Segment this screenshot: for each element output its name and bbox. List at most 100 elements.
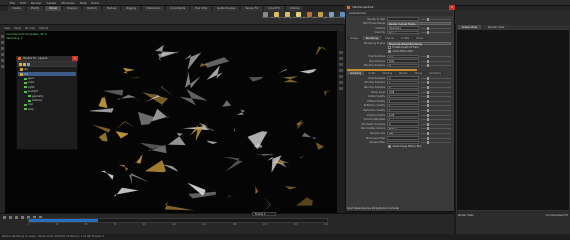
display-option-icon[interactable] xyxy=(338,75,343,78)
play-reverse-icon[interactable] xyxy=(15,215,18,219)
tab-images[interactable]: Images xyxy=(347,36,362,41)
tree-item[interactable]: envlight xyxy=(18,90,76,94)
tab-scripts[interactable]: Scripts xyxy=(398,36,413,41)
parameter-slider[interactable] xyxy=(421,17,451,21)
parameter-field[interactable]: 9 xyxy=(387,63,419,68)
parameter-slider[interactable] xyxy=(421,131,451,135)
parameter-field[interactable]: 3 xyxy=(387,76,419,80)
folder-icon[interactable] xyxy=(19,62,22,66)
parameter-field[interactable]: None xyxy=(387,31,419,35)
folder-icon[interactable] xyxy=(23,62,26,66)
shelf-tool-environment[interactable]: Environment xyxy=(325,12,338,20)
checkbox-row[interactable]: Enable Depth Of Field xyxy=(388,46,418,49)
node-icon[interactable] xyxy=(27,62,30,66)
display-option-icon[interactable] xyxy=(338,63,343,66)
rotate-tool-icon[interactable] xyxy=(1,47,4,50)
shelf-tool-distant-light[interactable]: Distant Light xyxy=(314,12,327,20)
floating-window-title-bar[interactable]: Houdini FX - /obj/out xyxy=(16,56,78,61)
parameter-field[interactable]: Motion xyxy=(387,127,419,131)
parameter-slider[interactable] xyxy=(421,122,451,126)
parameter-field[interactable]: 4 xyxy=(387,122,419,126)
stop-icon[interactable] xyxy=(21,215,24,219)
shelf-tool-volume-light[interactable]: Volume Light xyxy=(303,12,316,20)
menu-item-file[interactable]: File xyxy=(10,1,15,5)
parameter-slider[interactable] xyxy=(421,104,451,108)
handle-tool-icon[interactable] xyxy=(1,59,4,62)
viewport-menu-view[interactable]: View xyxy=(4,27,10,30)
parameter-slider[interactable] xyxy=(421,54,451,58)
jump-start-icon[interactable] xyxy=(3,215,6,219)
parameter-field[interactable]: 9 xyxy=(387,85,419,90)
tab-sampling[interactable]: Sampling xyxy=(347,71,365,76)
parameter-slider[interactable] xyxy=(421,127,451,131)
checkbox[interactable] xyxy=(388,145,391,149)
move-tool-icon[interactable] xyxy=(1,41,4,44)
parameter-slider[interactable] xyxy=(421,118,451,122)
menu-item-edit[interactable]: Edit xyxy=(20,1,26,5)
display-option-icon[interactable] xyxy=(338,87,343,90)
tree-item[interactable]: out xyxy=(18,72,76,76)
parameter-field[interactable]: /obj/cam1 xyxy=(387,26,419,30)
parameter-slider[interactable] xyxy=(421,90,451,94)
tree-item[interactable]: obj xyxy=(18,68,76,72)
viewport-menu-persp[interactable]: Persp xyxy=(14,27,21,30)
node-path[interactable]: /out/mantra1 xyxy=(349,12,366,15)
close-icon[interactable]: × xyxy=(449,5,455,10)
select-tool-icon[interactable] xyxy=(1,35,4,38)
parameter-field[interactable]: 1 xyxy=(387,104,419,108)
display-option-icon[interactable] xyxy=(338,51,343,54)
scale-tool-icon[interactable] xyxy=(1,53,4,56)
parameter-field[interactable]: 1 xyxy=(387,94,419,99)
parameter-field[interactable] xyxy=(387,140,419,145)
dialog-title-bar[interactable]: mantra mantra1 xyxy=(345,5,455,10)
parameter-slider[interactable] xyxy=(421,113,451,117)
parameter-field[interactable]: 1 xyxy=(387,81,419,85)
parameter-slider[interactable] xyxy=(421,59,451,63)
tab-rendering[interactable]: Rendering xyxy=(362,36,381,41)
checkbox-row[interactable]: Allow Motion Blur xyxy=(388,50,413,54)
current-frame-field[interactable]: Frame 1 xyxy=(252,212,276,216)
parameter-dropdown[interactable]: Render Current Frame xyxy=(387,21,451,26)
shelf-tool-area-light[interactable]: Area Light xyxy=(293,12,304,20)
menu-item-render[interactable]: Render xyxy=(31,1,42,5)
parameter-slider[interactable] xyxy=(421,108,451,112)
tree-item[interactable]: light1 xyxy=(18,86,76,90)
parameter-field[interactable]: 0.05 xyxy=(387,90,419,94)
display-option-icon[interactable] xyxy=(338,57,343,60)
tab-dicing[interactable]: Dicing xyxy=(411,71,426,76)
tab-render[interactable]: Render xyxy=(396,71,411,76)
display-option-icon[interactable] xyxy=(338,69,343,72)
parameter-slider[interactable] xyxy=(421,26,451,30)
tab-geometry[interactable]: Geometry xyxy=(426,71,445,76)
tab-limits[interactable]: Limits xyxy=(365,71,379,76)
parameter-field[interactable]: Off xyxy=(387,131,419,136)
shelf-tool-point-light[interactable]: Point Light xyxy=(271,12,282,20)
parameter-dropdown[interactable]: Physically Based Rendering xyxy=(387,41,451,45)
parameter-field[interactable]: 3 3 xyxy=(387,54,419,59)
parameter-field[interactable]: 1 xyxy=(387,117,419,122)
tab-driver[interactable]: Driver xyxy=(413,36,427,41)
checkbox[interactable] xyxy=(388,46,391,49)
shelf-tool-camera[interactable]: Camera xyxy=(262,12,269,20)
menu-item-windows[interactable]: Windows xyxy=(61,1,74,5)
view-tool-icon[interactable] xyxy=(1,65,4,68)
menu-item-build[interactable]: Build xyxy=(92,1,100,5)
step-back-icon[interactable] xyxy=(9,215,12,219)
parameter-slider[interactable] xyxy=(421,64,451,68)
menu-item-assets[interactable]: Assets xyxy=(47,1,57,5)
parameter-field[interactable]: 1 xyxy=(387,108,419,113)
parameter-field[interactable]: 0.25 xyxy=(387,113,419,117)
viewport-menu-mantra[interactable]: Mantra xyxy=(39,27,48,30)
parameter-field[interactable] xyxy=(387,136,419,140)
tree-item[interactable]: mat xyxy=(18,103,76,107)
tree-item[interactable]: shop xyxy=(18,108,76,112)
tree-item[interactable]: geometry xyxy=(18,94,76,98)
parameter-slider[interactable] xyxy=(421,136,451,140)
viewport-menu-no-cam[interactable]: No cam xyxy=(25,27,35,30)
checkbox[interactable] xyxy=(388,50,391,54)
parameter-slider[interactable] xyxy=(421,85,451,89)
parameter-field[interactable]: 0.01 xyxy=(387,59,419,63)
menu-item-help[interactable]: Help xyxy=(80,1,87,5)
parameter-slider[interactable] xyxy=(421,31,451,35)
close-icon[interactable]: × xyxy=(72,56,78,61)
